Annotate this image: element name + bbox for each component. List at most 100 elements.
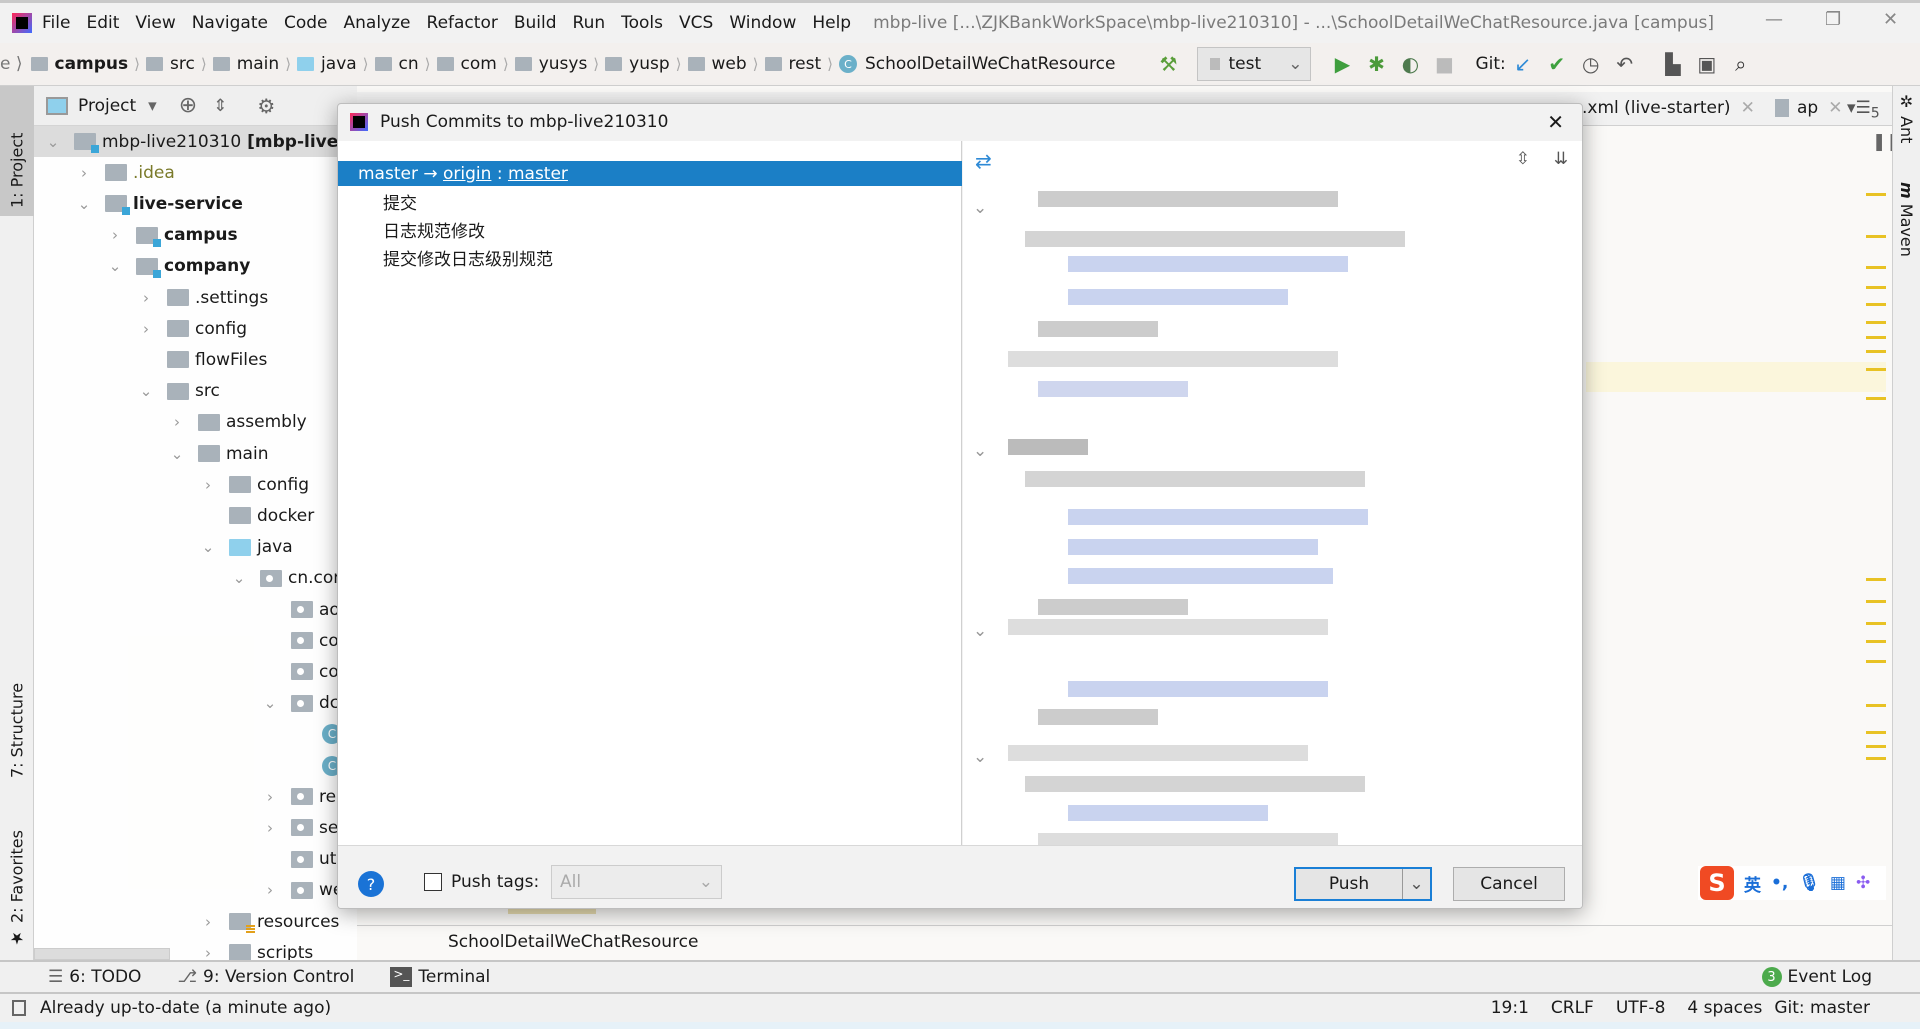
expand-all-icon[interactable]: ⇳ [1516,149,1530,169]
commit-item[interactable]: 提交修改日志级别规范 [383,245,553,270]
breadcrumb-item[interactable]: web ⟩ [687,54,759,74]
breadcrumb-item[interactable]: java ⟩ [297,54,369,74]
tab-list-menu[interactable]: ▾☰5 [1847,98,1880,121]
chevron-down-icon[interactable]: ⌄ [170,445,184,463]
tree-node[interactable]: ⌄ java [34,532,357,563]
close-window-icon[interactable]: ✕ [1883,9,1898,30]
tab-maven[interactable]: m Maven [1897,182,1916,257]
editor-tab[interactable]: ap ✕ [1775,98,1842,118]
horizontal-scrollbar[interactable] [34,948,170,960]
todo-tab[interactable]: ☰ 6: TODO [48,967,141,987]
chevron-right-icon[interactable]: › [263,881,277,899]
menu-help[interactable]: Help [812,13,851,33]
tree-node[interactable]: ⌄ company [34,251,357,282]
tree-node[interactable]: docker [34,500,357,531]
menu-tools[interactable]: Tools [621,13,663,33]
stop-icon[interactable]: ■ [1427,47,1461,81]
close-dialog-icon[interactable]: ✕ [1547,110,1564,134]
line-separator[interactable]: CRLF [1551,998,1594,1018]
push-tags-checkbox[interactable] [424,873,442,891]
punctuation-icon[interactable]: •, [1771,873,1788,893]
layout-icon[interactable]: ▣ [1690,47,1724,81]
restore-icon[interactable]: ❐ [1825,9,1841,30]
tree-node[interactable]: › resources [34,906,357,937]
tree-node[interactable]: ⌄ main [34,438,357,469]
rollback-icon[interactable]: ↶ [1608,47,1642,81]
tree-node[interactable]: › .settings [34,282,357,313]
minimize-icon[interactable]: — [1765,9,1783,30]
locate-crosshair-icon[interactable]: ⊕ [179,93,197,118]
chevron-right-icon[interactable]: › [201,476,215,494]
tree-node[interactable]: C [34,719,357,750]
tree-node[interactable]: uti [34,844,357,875]
menu-run[interactable]: Run [573,13,606,33]
ime-toolbar[interactable]: S 英 •, 🎙 ▦ ✣ [1698,866,1886,900]
tree-node[interactable]: › config [34,469,357,500]
menu-code[interactable]: Code [284,13,328,33]
tree-node[interactable]: C [34,750,357,781]
commit-item[interactable]: 日志规范修改 [383,217,485,242]
tab-structure[interactable]: 7: Structure [0,646,34,786]
tree-node[interactable]: co [34,625,357,656]
tree-node[interactable]: › we [34,875,357,906]
breadcrumb-item[interactable]: main ⟩ [212,54,291,74]
menu-refactor[interactable]: Refactor [427,13,498,33]
menu-build[interactable]: Build [514,13,557,33]
run-icon[interactable]: ▶ [1325,47,1359,81]
expand-diff-icon[interactable]: ⇄ [975,149,992,173]
status-message[interactable]: Already up-to-date (a minute ago) [40,998,331,1018]
menu-navigate[interactable]: Navigate [192,13,268,33]
tree-node[interactable]: ⌄ cn.cor [34,563,357,594]
chevron-right-icon[interactable]: › [170,413,184,431]
breadcrumb-item[interactable]: rest ⟩ [764,54,833,74]
warning-marker[interactable] [1866,235,1886,238]
debug-bug-icon[interactable]: ✱ [1359,47,1393,81]
tree-node[interactable]: › campus [34,220,357,251]
warning-marker[interactable] [1866,745,1886,748]
chevron-down-icon[interactable]: ⌄ [46,133,60,151]
warning-marker[interactable] [1866,350,1886,353]
warning-marker[interactable] [1866,640,1886,643]
menu-view[interactable]: View [135,13,175,33]
warning-marker[interactable] [1866,757,1886,760]
build-hammer-icon[interactable]: ⚒ [1151,47,1185,81]
version-control-tab[interactable]: ⎇ 9: Version Control [177,967,354,987]
ime-language[interactable]: 英 [1744,871,1761,896]
chevron-right-icon[interactable]: › [263,788,277,806]
menu-analyze[interactable]: Analyze [344,13,411,33]
tree-node[interactable]: ⌄ mbp-live210310 [mbp-live] [34,126,357,157]
warning-marker[interactable] [1866,600,1886,603]
git-commit-check-icon[interactable]: ✔ [1540,47,1574,81]
warning-marker[interactable] [1866,193,1886,196]
keyboard-icon[interactable]: ▦ [1830,873,1846,893]
chevron-down-icon[interactable]: ▾ [148,96,157,116]
push-tags-select[interactable]: All ⌄ [551,865,722,899]
caret-position[interactable]: 19:1 [1491,998,1529,1018]
push-options-chevron-icon[interactable]: ⌄ [1402,869,1430,899]
warning-marker[interactable] [1866,731,1886,734]
coverage-icon[interactable]: ◐ [1393,47,1427,81]
commit-item[interactable]: 提交 [383,189,417,214]
chevron-right-icon[interactable]: › [201,944,215,962]
tree-node[interactable]: › assembly [34,407,357,438]
chevron-right-icon[interactable]: › [108,226,122,244]
remote-branch-link[interactable]: master [508,164,568,184]
close-tab-icon[interactable]: ✕ [1828,98,1842,118]
git-update-icon[interactable]: ↙ [1506,47,1540,81]
chevron-right-icon[interactable]: › [263,819,277,837]
collapse-all-icon[interactable]: ⇕ [213,96,227,116]
tree-node[interactable]: › rep [34,781,357,812]
tree-node[interactable]: ao [34,594,357,625]
breadcrumb-item[interactable]: yusys ⟩ [514,54,599,74]
warning-marker[interactable] [1866,660,1886,663]
menu-file[interactable]: File [42,13,70,33]
warning-marker[interactable] [1866,286,1886,289]
menu-window[interactable]: Window [729,13,796,33]
tree-node[interactable]: ⌄ dc [34,688,357,719]
chevron-down-icon[interactable]: ⌄ [263,694,277,712]
chevron-down-icon[interactable]: ⌄ [77,195,91,213]
indent-setting[interactable]: 4 spaces [1687,998,1762,1018]
tree-node[interactable]: flowFiles [34,344,357,375]
chevron-right-icon[interactable]: › [139,289,153,307]
tab-favorites[interactable]: ★ 2: Favorites [0,806,34,956]
